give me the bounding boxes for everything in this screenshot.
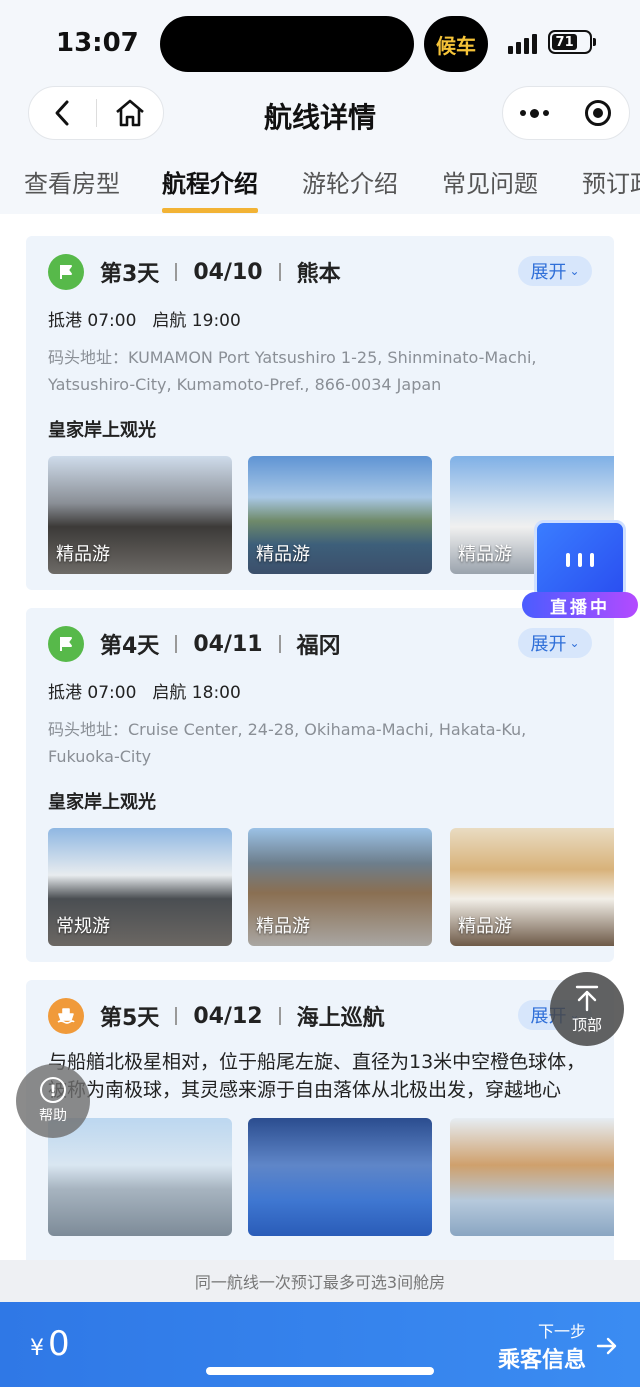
- dock-address: 码头地址：KUMAMON Port Yatsushiro 1-25, Shinm…: [48, 348, 537, 394]
- status-time: 13:07: [56, 28, 139, 58]
- day-place: 海上巡航: [296, 1006, 385, 1031]
- activity-photos[interactable]: [48, 1118, 614, 1236]
- activity-card[interactable]: [248, 1118, 432, 1236]
- port-times: 抵港 07:00 启航 18:00: [48, 678, 241, 703]
- excursion-tag: 精品游: [256, 916, 310, 937]
- help-button[interactable]: ! 帮助: [16, 1064, 90, 1138]
- flag-icon: [48, 626, 84, 662]
- itinerary-content[interactable]: 第3天 04/10 熊本 展开 ⌄ 抵港 07:00 启航 19:00 码头地址：K…: [0, 214, 640, 1260]
- day-date: 04/12: [193, 1003, 263, 1029]
- flag-icon: [48, 254, 84, 290]
- day-date: 04/10: [193, 259, 263, 285]
- excursion-tag: 精品游: [458, 544, 512, 565]
- close-miniapp-button[interactable]: [566, 86, 629, 140]
- day-place: 熊本: [296, 262, 341, 287]
- booking-notice: 同一航线一次预订最多可选3间舱房: [0, 1260, 640, 1302]
- more-button[interactable]: [503, 86, 566, 140]
- excursion-tag: 常规游: [56, 916, 110, 937]
- live-bars-icon: [534, 520, 626, 600]
- excursion-photos[interactable]: 常规游 精品游 精品游: [48, 828, 614, 946]
- arrive-time: 抵港 07:00: [48, 311, 137, 331]
- help-label: 帮助: [39, 1108, 67, 1124]
- signal-icon: [508, 30, 537, 54]
- currency-symbol: ¥: [30, 1336, 44, 1361]
- dynamic-island: [160, 16, 414, 72]
- chevron-down-icon: ⌄: [569, 264, 580, 278]
- port-times: 抵港 07:00 启航 19:00: [48, 306, 241, 331]
- day-header: 第3天 04/10 熊本: [48, 254, 341, 290]
- live-stream-button[interactable]: 直播中: [522, 520, 638, 618]
- excursion-tag: 精品游: [256, 544, 310, 565]
- shore-excursion-title: 皇家岸上观光: [48, 792, 156, 813]
- divider: [278, 1007, 281, 1025]
- depart-time: 启航 18:00: [152, 683, 241, 703]
- battery-icon: 71: [548, 30, 596, 54]
- arrow-up-icon: [575, 985, 599, 1011]
- day-header: 第4天 04/11 福冈: [48, 626, 341, 662]
- excursion-card[interactable]: 精品游: [248, 456, 432, 574]
- day-header: 第5天 04/12 海上巡航: [48, 998, 385, 1034]
- home-indicator[interactable]: [206, 1367, 434, 1375]
- chevron-down-icon: ⌄: [569, 636, 580, 650]
- next-step-target: 乘客信息: [497, 1348, 586, 1373]
- excursion-tag: 精品游: [56, 544, 110, 565]
- day-card: 第5天 04/12 海上巡航 展开⌄ 与船艏北极星相对，位于船尾左旋、直径为13…: [26, 980, 614, 1260]
- tab-itinerary[interactable]: 航程介绍: [162, 164, 258, 199]
- arrow-right-icon: [596, 1337, 617, 1355]
- day-label: 第3天: [100, 262, 160, 287]
- exclamation-icon: !: [40, 1077, 66, 1103]
- nav-bar: 航线详情: [0, 86, 640, 142]
- expand-label: 展开: [530, 634, 567, 655]
- divider: [175, 263, 178, 281]
- shore-excursion-title: 皇家岸上观光: [48, 420, 156, 441]
- expand-button[interactable]: 展开⌄: [518, 628, 592, 658]
- total-price: ¥ 0: [30, 1324, 70, 1364]
- depart-time: 启航 19:00: [152, 311, 241, 331]
- ship-icon: [48, 998, 84, 1034]
- excursion-card[interactable]: 精品游: [248, 828, 432, 946]
- tab-bar: 查看房型 航程介绍 游轮介绍 常见问题 预订政: [0, 142, 640, 214]
- day-description: 与船艏北极星相对，位于船尾左旋、直径为13米中空橙色球体，被称为南极球，其灵感来…: [48, 1051, 586, 1101]
- excursion-card[interactable]: 精品游: [48, 456, 232, 574]
- target-icon: [584, 100, 611, 126]
- battery-level: 71: [552, 34, 578, 50]
- day-card: 第4天 04/11 福冈 展开 ⌄ 抵港 07:00 启航 18:00 码头地址：C…: [26, 608, 614, 962]
- nav-right-capsule: [502, 86, 630, 140]
- scroll-top-button[interactable]: 顶部: [550, 972, 624, 1046]
- tab-faq[interactable]: 常见问题: [442, 164, 538, 199]
- day-label: 第4天: [100, 634, 160, 659]
- tab-booking-policy[interactable]: 预订政: [582, 164, 640, 199]
- price-amount: 0: [48, 1324, 70, 1364]
- activity-card[interactable]: [48, 1118, 232, 1236]
- divider: [278, 635, 281, 653]
- excursion-tag: 精品游: [458, 916, 512, 937]
- tab-cruise-intro[interactable]: 游轮介绍: [302, 164, 398, 199]
- excursion-card[interactable]: 精品游: [450, 828, 614, 946]
- arrive-time: 抵港 07:00: [48, 683, 137, 703]
- next-step-label: 下一步: [537, 1322, 586, 1341]
- activity-card[interactable]: [450, 1118, 614, 1236]
- more-dots-icon: [520, 108, 549, 118]
- excursion-card[interactable]: 常规游: [48, 828, 232, 946]
- day-label: 第5天: [100, 1006, 160, 1031]
- day-place: 福冈: [296, 634, 341, 659]
- scroll-top-label: 顶部: [571, 1015, 602, 1034]
- live-label: 直播中: [522, 592, 638, 618]
- expand-button[interactable]: 展开⌄: [518, 256, 592, 286]
- houche-badge[interactable]: 候车: [424, 16, 488, 72]
- tab-room-types[interactable]: 查看房型: [24, 164, 120, 199]
- active-tab-indicator: [162, 208, 258, 213]
- divider: [278, 263, 281, 281]
- day-date: 04/11: [193, 631, 263, 657]
- dock-address: 码头地址：Cruise Center, 24-28, Okihama-Machi…: [48, 720, 527, 766]
- divider: [175, 1007, 178, 1025]
- divider: [175, 635, 178, 653]
- status-bar: 13:07 候车 71: [0, 0, 640, 86]
- expand-label: 展开: [530, 262, 567, 283]
- next-step-button[interactable]: 下一步 乘客信息: [498, 1318, 618, 1374]
